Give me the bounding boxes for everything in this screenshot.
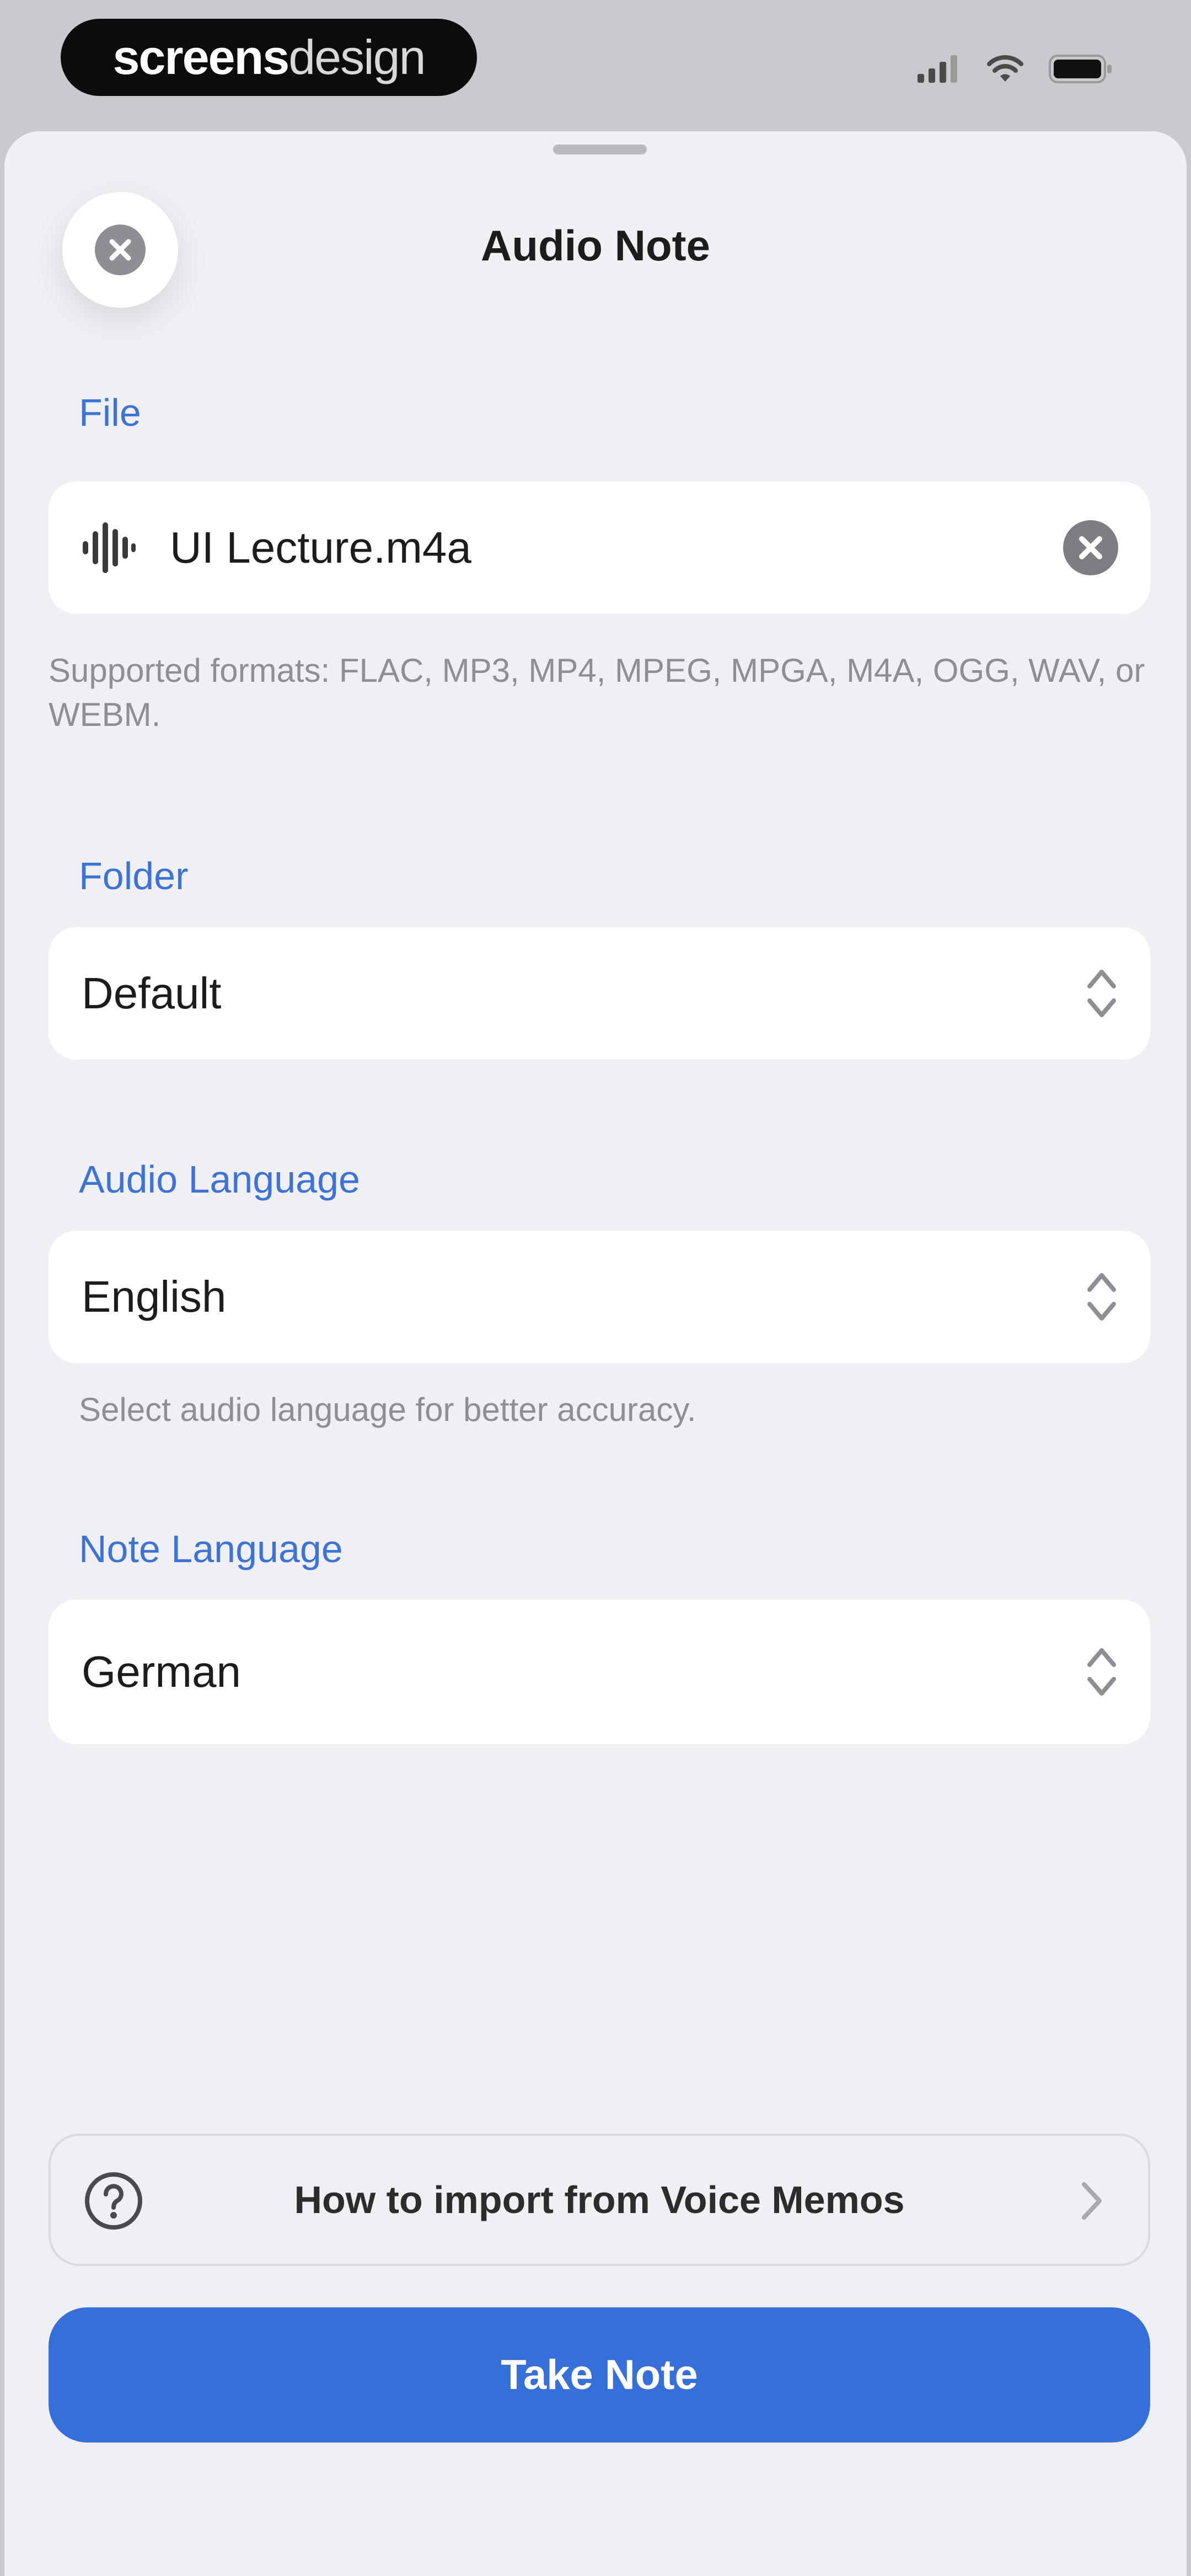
take-note-button[interactable]: Take Note <box>49 2307 1150 2443</box>
chevron-up-down-icon <box>1087 970 1116 1017</box>
audio-language-select[interactable]: English <box>49 1231 1150 1363</box>
chevron-up-down-icon <box>1087 1273 1116 1321</box>
import-voice-memos-row[interactable]: How to import from Voice Memos <box>49 2134 1150 2266</box>
audio-language-section-label: Audio Language <box>79 1158 360 1201</box>
status-bar: screensdesign <box>0 0 1191 127</box>
audio-language-value: English <box>82 1272 227 1321</box>
note-language-value: German <box>82 1647 241 1696</box>
file-field[interactable]: UI Lecture.m4a <box>49 482 1150 614</box>
clear-file-button[interactable] <box>1062 519 1119 576</box>
sheet-grabber[interactable] <box>553 145 647 154</box>
audio-language-helper: Select audio language for better accurac… <box>79 1391 696 1428</box>
brand-logo: screensdesign <box>61 19 477 96</box>
audio-note-sheet: Audio Note File UI Lecture.m4a Supported… <box>4 131 1187 2576</box>
import-voice-memos-label: How to import from Voice Memos <box>294 2178 905 2221</box>
screen: screensdesign Audio Note File UI Lecture… <box>0 0 1191 2576</box>
wifi-icon <box>987 55 1023 82</box>
file-section-label: File <box>79 391 141 434</box>
note-language-stepper <box>1084 1642 1119 1702</box>
brand-logo-strong: screens <box>112 30 289 84</box>
folder-select[interactable]: Default <box>49 927 1150 1060</box>
chevron-up-down-icon <box>1087 1648 1116 1696</box>
note-language-section-label: Note Language <box>79 1527 343 1570</box>
file-name: UI Lecture.m4a <box>170 523 471 572</box>
note-language-select[interactable]: German <box>49 1600 1150 1744</box>
clear-circle-icon <box>1063 520 1118 575</box>
brand-logo-light: design <box>288 30 426 84</box>
waveform-icon <box>83 522 136 573</box>
cellular-signal-icon <box>918 55 957 83</box>
status-icons <box>918 52 1114 85</box>
folder-stepper <box>1084 963 1119 1024</box>
chevron-right-icon <box>1082 2182 1102 2220</box>
folder-value: Default <box>82 969 222 1018</box>
page-title: Audio Note <box>481 221 710 270</box>
battery-icon <box>1049 55 1112 83</box>
folder-section-label: Folder <box>79 854 189 897</box>
file-format-helper: Supported formats: FLAC, MP3, MP4, MPEG,… <box>49 652 1145 733</box>
audio-language-stepper <box>1084 1266 1119 1327</box>
